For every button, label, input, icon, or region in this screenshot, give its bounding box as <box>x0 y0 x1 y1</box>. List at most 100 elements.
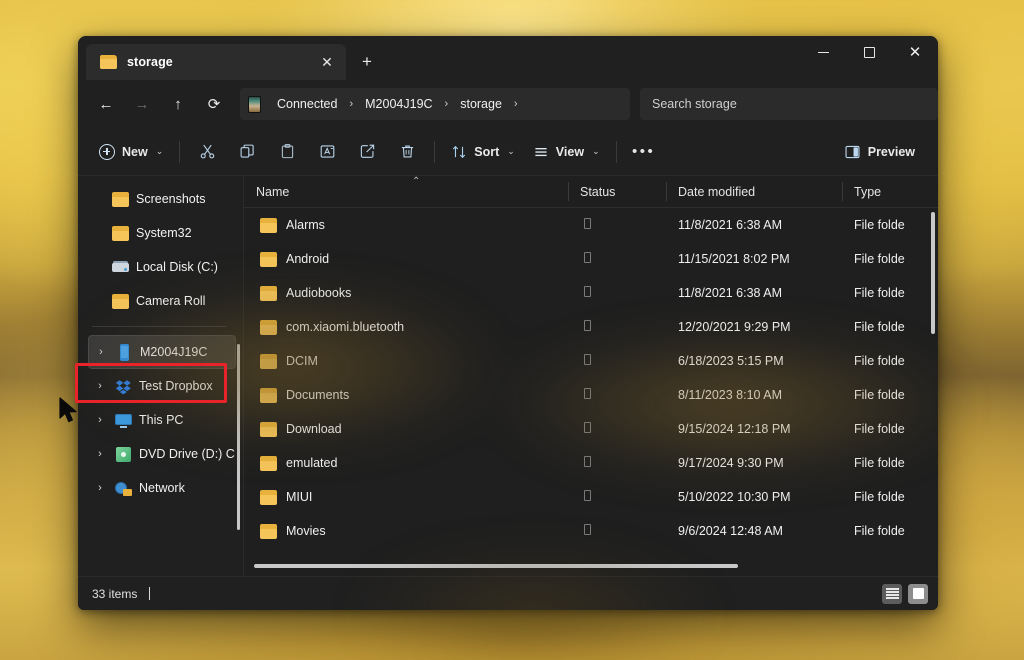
cell-name: Android <box>244 252 568 267</box>
new-tab-button[interactable]: + <box>350 45 384 79</box>
sidebar-item-camera-roll[interactable]: Camera Roll <box>88 284 236 318</box>
cell-status <box>568 422 666 436</box>
paste-button[interactable] <box>267 136 307 168</box>
table-row[interactable]: DCIM6/18/2023 5:15 PMFile folde <box>244 344 938 378</box>
table-row[interactable]: MIUI5/10/2022 10:30 PMFile folde <box>244 480 938 514</box>
table-row[interactable]: Android11/15/2021 8:02 PMFile folde <box>244 242 938 276</box>
cell-type: File folde <box>842 218 938 232</box>
large-icons-view-button[interactable] <box>908 584 928 604</box>
device-glyph-icon <box>584 490 591 501</box>
sidebar-item-label: Local Disk (C:) <box>136 260 218 274</box>
cell-name: MIUI <box>244 490 568 505</box>
table-row[interactable]: com.xiaomi.bluetooth12/20/2021 9:29 PMFi… <box>244 310 938 344</box>
back-button[interactable]: ← <box>88 88 124 120</box>
device-glyph-icon <box>584 252 591 263</box>
folder-icon <box>260 286 277 301</box>
device-glyph-icon <box>584 354 591 365</box>
breadcrumb-item-storage[interactable]: storage <box>453 93 509 115</box>
file-name-label: Alarms <box>286 218 325 232</box>
table-row[interactable]: Documents8/11/2023 8:10 AMFile folde <box>244 378 938 412</box>
up-button[interactable]: ↑ <box>160 88 196 120</box>
chevron-right-icon[interactable]: › <box>92 448 108 460</box>
cell-date-modified: 11/8/2021 6:38 AM <box>666 218 842 232</box>
status-bar: 33 items <box>78 576 938 610</box>
tab-storage[interactable]: storage ✕ <box>86 44 346 80</box>
column-header-status[interactable]: Status <box>568 176 666 207</box>
delete-button[interactable] <box>387 136 427 168</box>
new-button[interactable]: New ⌄ <box>90 136 172 168</box>
share-button[interactable] <box>347 136 387 168</box>
table-row[interactable]: Audiobooks11/8/2021 6:38 AMFile folde <box>244 276 938 310</box>
folder-icon <box>112 225 129 242</box>
cell-status <box>568 354 666 368</box>
chevron-right-icon[interactable]: › <box>92 482 108 494</box>
copy-button[interactable] <box>227 136 267 168</box>
view-button[interactable]: View ⌄ <box>524 136 609 168</box>
chevron-down-icon: ⌄ <box>592 146 600 157</box>
table-row[interactable]: emulated9/17/2024 9:30 PMFile folde <box>244 446 938 480</box>
file-name-label: emulated <box>286 456 337 470</box>
refresh-button[interactable]: ⟳ <box>196 88 232 120</box>
breadcrumb-item-connected[interactable]: Connected <box>270 93 344 115</box>
android-device-icon <box>248 96 261 113</box>
file-list-horizontal-scrollbar[interactable] <box>254 564 738 568</box>
search-input[interactable]: Search storage <box>640 88 938 120</box>
sidebar-scrollbar[interactable] <box>237 344 240 530</box>
table-row[interactable]: Download9/15/2024 12:18 PMFile folde <box>244 412 938 446</box>
sidebar-item-system32[interactable]: System32 <box>88 216 236 250</box>
close-tab-icon[interactable]: ✕ <box>314 49 340 75</box>
sidebar-item-network[interactable]: › Network <box>88 471 236 505</box>
chevron-down-icon: ⌄ <box>156 146 164 157</box>
sort-button[interactable]: Sort ⌄ <box>442 136 524 168</box>
device-glyph-icon <box>584 218 591 229</box>
cell-date-modified: 11/15/2021 8:02 PM <box>666 252 842 266</box>
preview-pane-button[interactable]: Preview <box>835 136 924 168</box>
cell-status <box>568 524 666 538</box>
details-view-button[interactable] <box>882 584 902 604</box>
cell-type: File folde <box>842 388 938 402</box>
more-options-button[interactable]: ••• <box>624 136 664 168</box>
sidebar-divider <box>92 326 226 327</box>
chevron-right-icon[interactable]: › <box>511 98 521 110</box>
maximize-button[interactable] <box>846 36 892 69</box>
plus-circle-icon <box>99 144 115 160</box>
column-headers: Name Status Date modified Type <box>244 176 938 208</box>
cell-name: Audiobooks <box>244 286 568 301</box>
sidebar-item-test-dropbox[interactable]: › Test Dropbox <box>88 369 236 403</box>
chevron-right-icon[interactable]: › <box>93 346 109 358</box>
command-bar: New ⌄ <box>78 128 938 176</box>
rename-button[interactable] <box>307 136 347 168</box>
device-glyph-icon <box>584 388 591 399</box>
breadcrumb-item-device[interactable]: M2004J19C <box>358 93 439 115</box>
column-header-name[interactable]: Name <box>244 176 568 207</box>
breadcrumb[interactable]: Connected › M2004J19C › storage › <box>240 88 630 120</box>
cut-button[interactable] <box>187 136 227 168</box>
sort-button-label: Sort <box>474 145 499 159</box>
cell-type: File folde <box>842 286 938 300</box>
chevron-right-icon[interactable]: › <box>92 414 108 426</box>
column-header-type[interactable]: Type <box>842 176 938 207</box>
file-list-vertical-scrollbar[interactable] <box>931 212 935 334</box>
forward-button[interactable]: → <box>124 88 160 120</box>
minimize-button[interactable] <box>800 36 846 69</box>
table-row[interactable]: Alarms 11/8/2021 6:38 AMFile folde <box>244 208 938 242</box>
cell-date-modified: 12/20/2021 9:29 PM <box>666 320 842 334</box>
sidebar-item-dvd-drive[interactable]: › DVD Drive (D:) C <box>88 437 236 471</box>
chevron-right-icon[interactable]: › <box>92 380 108 392</box>
column-header-date[interactable]: Date modified <box>666 176 842 207</box>
cell-name: emulated <box>244 456 568 471</box>
folder-icon <box>260 218 277 233</box>
sidebar-item-screenshots[interactable]: Screenshots <box>88 182 236 216</box>
copy-icon <box>239 143 256 160</box>
trash-icon <box>399 143 416 160</box>
sidebar-item-label: System32 <box>136 226 192 240</box>
cell-type: File folde <box>842 490 938 504</box>
close-window-button[interactable]: ✕ <box>892 36 938 69</box>
sidebar-item-this-pc[interactable]: › This PC <box>88 403 236 437</box>
sidebar-item-local-disk-c[interactable]: Local Disk (C:) <box>88 250 236 284</box>
dropbox-icon <box>115 378 132 395</box>
table-row[interactable]: Movies9/6/2024 12:48 AMFile folde <box>244 514 938 548</box>
folder-icon <box>260 490 277 505</box>
drive-icon <box>112 259 129 276</box>
sidebar-item-m2004j19c[interactable]: › M2004J19C <box>88 335 236 369</box>
